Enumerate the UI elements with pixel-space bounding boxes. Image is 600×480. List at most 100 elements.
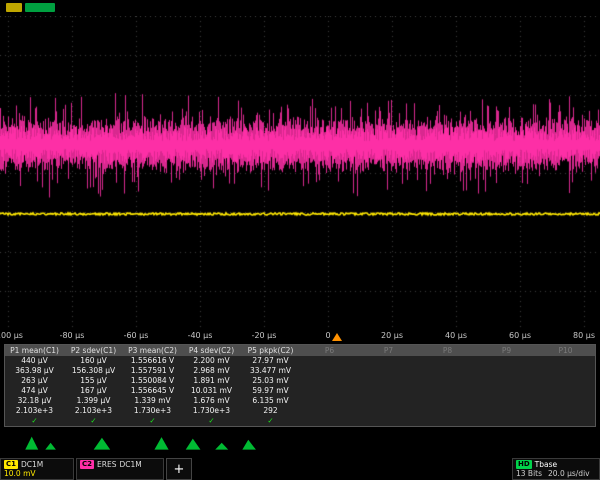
measurement-value (359, 376, 418, 386)
measurement-header[interactable]: P4 sdev(C2) (182, 345, 241, 356)
status-empty-cell (359, 416, 418, 426)
measurement-header[interactable]: P6 (300, 345, 359, 356)
measurement-value (536, 356, 595, 366)
measurement-value: 1.891 mV (182, 376, 241, 386)
histicon[interactable] (181, 429, 240, 455)
crosshair-icon: + (174, 462, 185, 477)
measurement-header[interactable]: P5 pkpk(C2) (241, 345, 300, 356)
measurement-value: 440 µV (5, 356, 64, 366)
c1-chip: C1 (4, 460, 18, 469)
measurement-value: 1.399 µV (64, 396, 123, 406)
measurement-value: 59.97 mV (241, 386, 300, 396)
measurement-value (477, 406, 536, 416)
measurement-header[interactable]: P1 mean(C1) (5, 345, 64, 356)
x-axis-label: -60 µs (124, 331, 149, 340)
measurement-body: 440 µV160 µV1.556616 V2.200 mV27.97 mV36… (5, 356, 595, 416)
x-axis-label: 60 µs (509, 331, 531, 340)
histicons (4, 429, 300, 455)
measurement-value (477, 386, 536, 396)
x-axis-label: 40 µs (445, 331, 467, 340)
measurement-value (359, 386, 418, 396)
measurement-value: 1.556616 V (123, 356, 182, 366)
x-axis-label: -40 µs (188, 331, 213, 340)
measurement-value (359, 356, 418, 366)
top-left-indicator (6, 3, 55, 12)
x-axis-label: 20 µs (381, 331, 403, 340)
x-axis-label: 0 (325, 331, 330, 340)
measurement-header[interactable]: P7 (359, 345, 418, 356)
measurement-value: 363.98 µV (5, 366, 64, 376)
measurement-value (418, 376, 477, 386)
measurement-value: 2.200 mV (182, 356, 241, 366)
measurement-header[interactable]: P10 (536, 345, 595, 356)
measurement-value: 1.730e+3 (123, 406, 182, 416)
measurement-row: 363.98 µV156.308 µV1.557591 V2.968 mV33.… (5, 366, 595, 376)
measurement-row: 2.103e+32.103e+31.730e+31.730e+3292 (5, 406, 595, 416)
measurement-value (477, 356, 536, 366)
measurement-header[interactable]: P2 sdev(C1) (64, 345, 123, 356)
measurement-value (300, 396, 359, 406)
x-axis: -100 µs-80 µs-60 µs-40 µs-20 µs020 µs40 … (0, 331, 600, 344)
measurement-value (300, 386, 359, 396)
measurement-value: 32.18 µV (5, 396, 64, 406)
measurement-value (300, 366, 359, 376)
measurement-value: 1.676 mV (182, 396, 241, 406)
measurement-value: 1.556645 V (123, 386, 182, 396)
measurement-value: 1.550084 V (123, 376, 182, 386)
timebase-bits: 13 Bits (516, 469, 542, 478)
measurement-row: 474 µV167 µV1.556645 V10.031 mV59.97 mV (5, 386, 595, 396)
status-check-icon: ✓ (241, 416, 300, 426)
measurement-value (477, 376, 536, 386)
measurement-value (418, 356, 477, 366)
timebase-scale: 20.0 µs/div (548, 469, 590, 478)
timebase-descriptor[interactable]: HD Tbase 13 Bits 20.0 µs/div (512, 458, 600, 480)
measurement-value (359, 396, 418, 406)
status-flag-green-icon (25, 3, 55, 12)
histicon[interactable] (122, 429, 181, 455)
measurement-value (418, 396, 477, 406)
crosshair-cursor-button[interactable]: + (166, 458, 192, 480)
histicon[interactable] (63, 429, 122, 455)
measurement-value (536, 376, 595, 386)
c1-coupling: DC1M (21, 460, 43, 469)
measurement-value: 292 (241, 406, 300, 416)
measurement-value: 2.968 mV (182, 366, 241, 376)
measurement-value: 2.103e+3 (64, 406, 123, 416)
measurement-value (359, 366, 418, 376)
trigger-position-marker[interactable] (332, 333, 342, 341)
measurement-value: 1.339 mV (123, 396, 182, 406)
measurement-value: 2.103e+3 (5, 406, 64, 416)
x-axis-label: -20 µs (252, 331, 277, 340)
c2-processing: ERES (97, 460, 116, 469)
status-check-icon: ✓ (64, 416, 123, 426)
measurement-value: 1.557591 V (123, 366, 182, 376)
measurement-value: 1.730e+3 (182, 406, 241, 416)
measurement-header-row: P1 mean(C1)P2 sdev(C1)P3 mean(C2)P4 sdev… (5, 345, 595, 356)
histicon[interactable] (4, 429, 63, 455)
status-empty-cell (300, 416, 359, 426)
measurement-row: 32.18 µV1.399 µV1.339 mV1.676 mV6.135 mV (5, 396, 595, 406)
measurement-value (536, 406, 595, 416)
measurement-header[interactable]: P9 (477, 345, 536, 356)
status-empty-cell (477, 416, 536, 426)
c2-coupling: DC1M (119, 460, 141, 469)
histicon[interactable] (240, 429, 299, 455)
status-row: ✓✓✓✓✓ (5, 416, 595, 426)
x-axis-label: -100 µs (0, 331, 23, 340)
measurement-header[interactable]: P3 mean(C2) (123, 345, 182, 356)
oscilloscope-screen: -100 µs-80 µs-60 µs-40 µs-20 µs020 µs40 … (0, 0, 600, 480)
measurement-value: 10.031 mV (182, 386, 241, 396)
measurement-value (300, 356, 359, 366)
measurement-header[interactable]: P8 (418, 345, 477, 356)
timebase-label: Tbase (535, 460, 557, 469)
channel-c1-descriptor[interactable]: C1 DC1M 10.0 mV (0, 458, 74, 480)
measurement-value (418, 366, 477, 376)
measurement-value (300, 376, 359, 386)
status-empty-cell (418, 416, 477, 426)
measurement-value: 6.135 mV (241, 396, 300, 406)
waveform-canvas[interactable] (0, 16, 600, 330)
measurement-value: 156.308 µV (64, 366, 123, 376)
waveform-display[interactable] (0, 16, 600, 330)
measurement-value: 25.03 mV (241, 376, 300, 386)
channel-c2-descriptor[interactable]: C2 ERES DC1M (76, 458, 164, 480)
